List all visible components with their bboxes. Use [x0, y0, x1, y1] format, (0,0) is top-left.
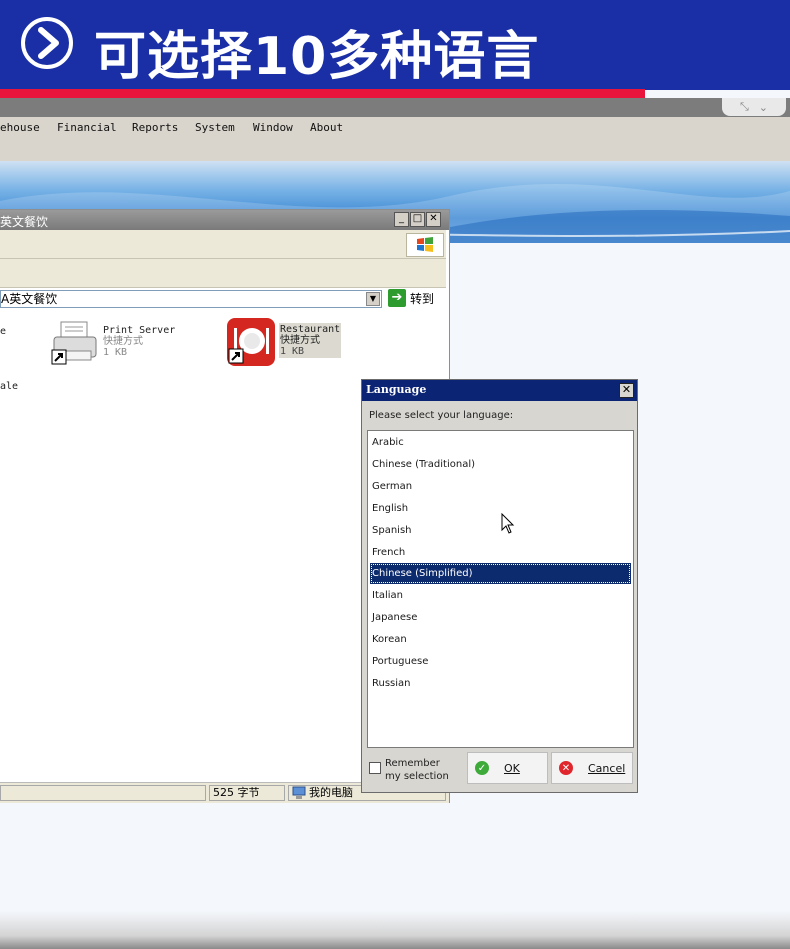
language-option-japanese[interactable]: Japanese: [370, 607, 631, 628]
address-value: A英文餐饮: [1, 292, 58, 306]
windows-logo-icon: [406, 233, 444, 257]
app-top-strip: [0, 98, 790, 117]
language-option-arabic[interactable]: Arabic: [370, 432, 631, 453]
banner-stripe: [0, 89, 645, 98]
language-option-chinese-traditional[interactable]: Chinese (Traditional): [370, 454, 631, 475]
language-dialog: Language ✕ Please select your language: …: [361, 379, 638, 793]
language-option-chinese-simplified[interactable]: Chinese (Simplified): [370, 563, 631, 584]
menu-reports[interactable]: Reports: [132, 121, 178, 134]
language-option-italian[interactable]: Italian: [370, 585, 631, 606]
banner-title: 可选择10多种语言: [94, 27, 540, 87]
mouse-pointer-icon: [501, 513, 515, 534]
maximize-button[interactable]: □: [410, 212, 425, 227]
go-label: 转到: [410, 291, 435, 306]
language-option-german[interactable]: German: [370, 476, 631, 497]
file-item-print-server[interactable]: Print Server 快捷方式 1 KB: [103, 325, 175, 358]
file-item-restaurant[interactable]: Restaurant 快捷方式 1 KB: [279, 323, 341, 358]
file-type: 快捷方式: [280, 335, 320, 346]
file-size: 1 KB: [280, 346, 305, 357]
file-name: Restaurant: [280, 324, 341, 335]
restore-icon[interactable]: ⤡: [740, 100, 749, 114]
check-icon: ✓: [475, 761, 489, 775]
window-controls: ⤡ ⌄: [722, 98, 786, 116]
cancel-label: Cancel: [588, 761, 626, 775]
file-name: Print Server: [103, 325, 176, 336]
remember-checkbox[interactable]: [369, 762, 381, 774]
menu-system[interactable]: System: [195, 121, 235, 134]
promo-banner: 可选择10多种语言: [0, 0, 790, 90]
minimize-button[interactable]: _: [394, 212, 409, 227]
explorer-title-bar[interactable]: 英文餐饮 _ □ ✕: [0, 210, 449, 230]
language-option-russian[interactable]: Russian: [370, 673, 631, 694]
list-item[interactable]: ale: [0, 381, 18, 392]
cancel-button[interactable]: ✕ Cancel: [551, 752, 633, 784]
bottom-bar: [0, 911, 790, 949]
chevron-down-icon[interactable]: ⌄: [759, 101, 768, 114]
cancel-x-icon: ✕: [559, 761, 573, 775]
close-button[interactable]: ✕: [426, 212, 441, 227]
menu-window[interactable]: Window: [253, 121, 293, 134]
file-size: 1 KB: [103, 347, 128, 358]
address-field[interactable]: A英文餐饮 ▼: [0, 290, 382, 308]
address-dropdown-icon[interactable]: ▼: [366, 292, 380, 306]
status-location-label: 我的电脑: [309, 786, 353, 799]
printer-shortcut-icon[interactable]: [51, 320, 99, 368]
menu-financial[interactable]: Financial: [57, 121, 117, 134]
dialog-close-button[interactable]: ✕: [619, 383, 634, 398]
menu-bar: ehouse Financial Reports System Window A…: [0, 117, 790, 161]
go-button[interactable]: ➔ 转到: [388, 289, 434, 307]
dialog-prompt: Please select your language:: [369, 410, 514, 421]
dialog-title: Language: [366, 383, 427, 396]
restaurant-plate-icon[interactable]: [227, 318, 275, 366]
go-arrow-icon: ➔: [388, 289, 406, 307]
ok-button[interactable]: ✓ OK: [467, 752, 548, 784]
computer-icon: [292, 786, 306, 799]
status-cell-main: [0, 785, 206, 801]
status-bytes: 525 字节: [209, 785, 285, 801]
play-arrow-circle-icon: [21, 17, 73, 69]
explorer-title: 英文餐饮: [0, 215, 49, 229]
language-option-korean[interactable]: Korean: [370, 629, 631, 650]
list-item[interactable]: e: [0, 326, 6, 337]
language-list[interactable]: Arabic Chinese (Traditional) German Engl…: [367, 430, 634, 748]
language-option-french[interactable]: French: [370, 542, 631, 563]
menu-about[interactable]: About: [310, 121, 343, 134]
ok-label: OK: [504, 761, 520, 775]
remember-label: Remember my selection: [385, 758, 449, 782]
dialog-title-bar[interactable]: Language ✕: [362, 380, 637, 401]
explorer-toolbar: [0, 259, 446, 288]
remember-selection[interactable]: Remember my selection: [369, 757, 457, 783]
language-option-portuguese[interactable]: Portuguese: [370, 651, 631, 672]
file-type: 快捷方式: [103, 336, 143, 347]
menu-warehouse[interactable]: ehouse: [0, 121, 40, 134]
explorer-menubar: [0, 230, 446, 259]
